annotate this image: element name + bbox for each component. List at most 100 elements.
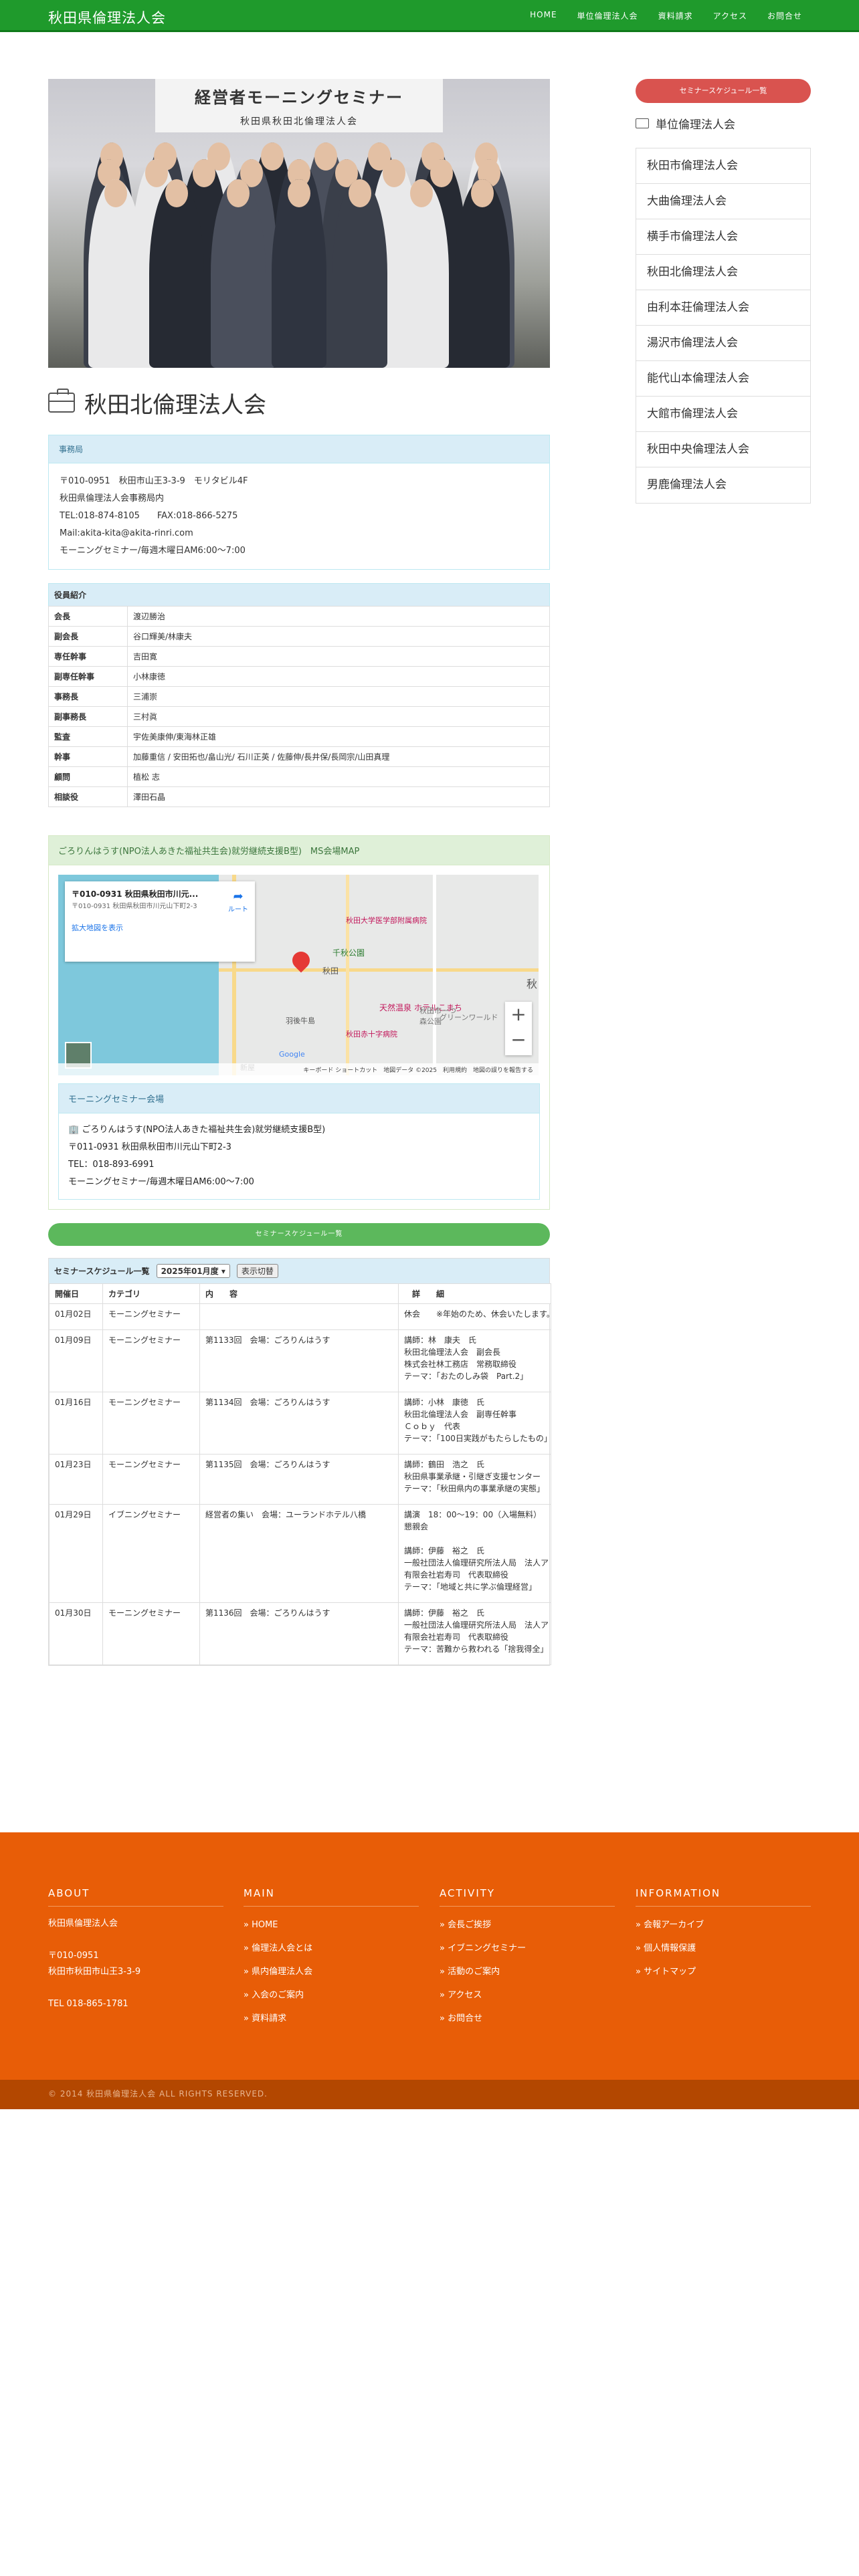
schedule-table: 開催日 カテゴリ 内 容 詳 細 01月02日 モーニングセミナー 休会 ※年始のた… <box>49 1283 551 1665</box>
footer-about-line: 秋田市秋田市山王3-3-9 <box>48 1967 141 1977</box>
officers-caption: 役員紹介 <box>48 583 550 606</box>
footer-link[interactable]: » イブニングセミナー <box>440 1937 615 1960</box>
schedule-list-button[interactable]: セミナースケジュール一覧 <box>48 1223 550 1246</box>
footer-link[interactable]: » お問合せ <box>440 2007 615 2030</box>
map-route-button[interactable]: ➦ ルート <box>228 889 248 914</box>
switch-view-button[interactable]: 表示切替 <box>236 1264 278 1278</box>
officer-row: 副事務長 三村眞 <box>48 706 550 727</box>
footer-about-text: 秋田県倫理法人会 〒010-0951 秋田市秋田市山王3-3-9 TEL 018… <box>48 1916 223 2012</box>
schedule-detail: 講師：小林 康徳 氏秋田北倫理法人会 副専任幹事 Ｃｏｂｙ 代表 テーマ：「100日… <box>398 1392 551 1455</box>
page-title: 秋田北倫理法人会 <box>84 391 266 419</box>
sidebar-item[interactable]: 秋田市倫理法人会 <box>636 148 810 184</box>
footer-link[interactable]: » サイトマップ <box>636 1960 811 1983</box>
person-head <box>383 159 406 187</box>
sidebar-item[interactable]: 男鹿倫理法人会 <box>636 467 810 503</box>
officer-role: 副事務長 <box>48 706 128 727</box>
officer-row: 相談役 澤田石晶 <box>48 786 550 807</box>
map-label: 秋田赤十字病院 <box>346 1030 397 1039</box>
schedule-detail-line: 休会 ※年始のため、休会いたします。 <box>404 1309 551 1319</box>
person-silhouette <box>272 179 326 368</box>
sidebar-item[interactable]: 由利本荘倫理法人会 <box>636 290 810 326</box>
sidebar-item[interactable]: 秋田中央倫理法人会 <box>636 432 810 467</box>
sidebar-item[interactable]: 秋田北倫理法人会 <box>636 255 810 290</box>
office-body: 〒010-0951 秋田市山王3-3-9 モリタビル4F 秋田県倫理法人会事務局… <box>49 463 549 569</box>
col-date: 開催日 <box>49 1283 103 1304</box>
map-footer[interactable]: キーボード ショートカット 地図データ ©2025 利用規約 地図の誤りを報告す… <box>58 1063 539 1075</box>
sidebar-item[interactable]: 大館市倫理法人会 <box>636 397 810 432</box>
schedule-content: 第1134回 会場：ごろりんはうす <box>199 1392 399 1455</box>
nav-access[interactable]: アクセス <box>703 10 757 21</box>
meeting-panel: モーニングセミナー会場 🏢 ごろりんはうす(NPO法人あきた福祉共生会)就労継続… <box>58 1083 540 1200</box>
map-zoom-control: + − <box>505 1002 532 1055</box>
footer-link[interactable]: » 資料請求 <box>244 2007 419 2030</box>
footer-link[interactable]: » 個人情報保護 <box>636 1937 811 1960</box>
meeting-heading: モーニングセミナー会場 <box>59 1084 539 1113</box>
officer-row: 幹事 加藤重信 / 安田拓也/畠山光/ 石川正英 / 佐藤伸/長井保/長岡宗/山田… <box>48 746 550 767</box>
schedule-detail-line: テーマ：「地域と共に学ぶ倫理経営」 <box>404 1582 537 1592</box>
footer-link[interactable]: » HOME <box>244 1913 419 1937</box>
schedule-content: 第1133回 会場：ごろりんはうす <box>199 1329 399 1392</box>
sidebar-item[interactable]: 横手市倫理法人会 <box>636 219 810 255</box>
route-arrow-icon: ➦ <box>233 889 244 903</box>
google-logo: Google <box>279 1050 305 1059</box>
officer-name: 加藤重信 / 安田拓也/畠山光/ 石川正英 / 佐藤伸/長井保/長岡宗/山田真理 <box>127 746 550 767</box>
zoom-in-button[interactable]: + <box>505 1002 532 1027</box>
footer-about-line: TEL 018-865-1781 <box>48 1999 128 2009</box>
officer-name: 三村眞 <box>127 706 550 727</box>
schedule-label: セミナースケジュール一覧 <box>54 1267 150 1276</box>
schedule-detail-line: 講師：鶴田 浩之 氏 <box>404 1460 485 1469</box>
col-category: カテゴリ <box>102 1283 200 1304</box>
footer-link[interactable]: » アクセス <box>440 1983 615 2007</box>
schedule-detail-line: 一般社団法人倫理研究所法人局 法人アドバイザー <box>404 1558 551 1568</box>
month-select[interactable]: 2025年01月度 ▾ <box>156 1264 230 1278</box>
google-map[interactable]: 秋田大学医学部附属病院 千秋公園 秋田 天然温泉 ホテルこまち 秋田市一つ森公園… <box>58 875 539 1075</box>
main-nav: HOME 単位倫理法人会 資料請求 アクセス お問合せ <box>520 10 812 21</box>
schedule-detail: 講師：鶴田 浩之 氏秋田県事業承継・引継ぎ支援センター テーマ：「秋田県内の事業承… <box>398 1454 551 1505</box>
officer-name: 小林康徳 <box>127 666 550 687</box>
nav-materials[interactable]: 資料請求 <box>648 10 703 21</box>
officer-role: 専任幹事 <box>48 646 128 667</box>
schedule-category: モーニングセミナー <box>102 1303 200 1330</box>
map-road <box>346 875 349 1075</box>
officer-role: 幹事 <box>48 746 128 767</box>
footer-link-list: » 会長ご挨拶» イブニングセミナー» 活動のご案内» アクセス» お問合せ <box>440 1913 615 2030</box>
map-label: 秋 <box>527 978 538 990</box>
schedule-content <box>199 1303 399 1330</box>
person-silhouette <box>149 179 205 368</box>
person-silhouette <box>88 179 143 368</box>
schedule-content: 第1136回 会場：ごろりんはうす <box>199 1602 399 1665</box>
schedule-detail-line: テーマ：「おたのしみ袋 Part.2」 <box>404 1372 529 1381</box>
person-head <box>288 179 310 207</box>
footer-about: ABOUT 秋田県倫理法人会 〒010-0951 秋田市秋田市山王3-3-9 T… <box>48 1887 223 2012</box>
schedule-detail-line: テーマ：苦難から救われる「捨我得全」 <box>404 1644 549 1654</box>
officer-row: 副専任幹事 小林康徳 <box>48 666 550 687</box>
sidebar-item[interactable]: 大曲倫理法人会 <box>636 184 810 219</box>
footer-link[interactable]: » 会長ご挨拶 <box>440 1913 615 1937</box>
officer-row: 事務長 三浦崇 <box>48 686 550 707</box>
briefcase-icon <box>636 118 649 128</box>
map-enlarge-link[interactable]: 拡大地図を表示 <box>72 922 248 933</box>
footer-link[interactable]: » 活動のご案内 <box>440 1960 615 1983</box>
schedule-detail-line: 有限会社岩寿司 代表取締役 <box>404 1570 509 1580</box>
zoom-out-button[interactable]: − <box>505 1027 532 1053</box>
photo-banner-subtitle: 秋田県秋田北倫理法人会 <box>240 116 358 127</box>
footer-link[interactable]: » 倫理法人会とは <box>244 1937 419 1960</box>
nav-home[interactable]: HOME <box>520 10 567 21</box>
footer-link[interactable]: » 入会のご案内 <box>244 1983 419 2007</box>
sidebar-heading-text: 単位倫理法人会 <box>656 118 735 132</box>
venue-panel: ごろりんはうす(NPO法人あきた福祉共生会)就労継続支援B型) MS会場MAP … <box>48 835 550 1210</box>
schedule-row: 01月30日 モーニングセミナー 第1136回 会場：ごろりんはうす 講師：伊藤 裕之… <box>49 1602 551 1665</box>
footer-link[interactable]: » 県内倫理法人会 <box>244 1960 419 1983</box>
officer-name: 宇佐美康伸/東海林正雄 <box>127 726 550 747</box>
officer-row: 副会長 谷口輝美/林康夫 <box>48 626 550 647</box>
schedule-date: 01月09日 <box>49 1329 103 1392</box>
nav-contact[interactable]: お問合せ <box>757 10 812 21</box>
sidebar-item[interactable]: 湯沢市倫理法人会 <box>636 326 810 361</box>
sidebar-item[interactable]: 能代山本倫理法人会 <box>636 361 810 397</box>
person-head <box>471 179 494 207</box>
sidebar-schedule-button[interactable]: セミナースケジュール一覧 <box>636 79 811 103</box>
footer-link[interactable]: » 会報アーカイブ <box>636 1913 811 1937</box>
officer-role: 副会長 <box>48 626 128 647</box>
nav-units[interactable]: 単位倫理法人会 <box>567 10 648 21</box>
site-logo[interactable]: 秋田県倫理法人会 <box>48 7 166 27</box>
